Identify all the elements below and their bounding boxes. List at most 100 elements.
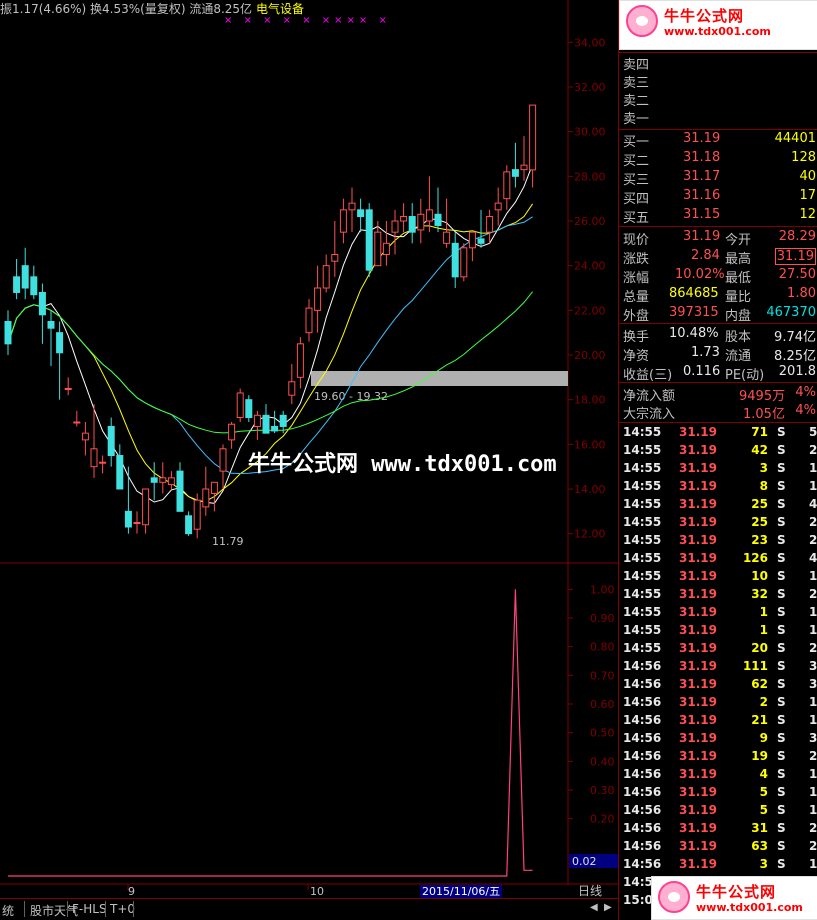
tick-row: 14:55 31.19 71 S 5 (619, 424, 817, 442)
candle-body (228, 423, 236, 441)
tick-time: 14:55 (623, 623, 662, 637)
in-label: 内盘 (725, 309, 752, 324)
mascot-icon (626, 5, 658, 37)
tick-row: 14:55 31.19 42 S 2 (619, 442, 817, 460)
block-value: 1.05亿 (743, 407, 785, 422)
inflow-value: 9495万 (739, 389, 786, 404)
tick-volume: 32 (751, 587, 768, 601)
candle-body (374, 231, 382, 267)
tick-count: 1 (809, 479, 817, 493)
tick-volume: 111 (742, 659, 768, 673)
tick-side: S (777, 803, 786, 817)
period-label[interactable]: 日线 (578, 884, 602, 898)
logo-title: 牛牛公式网 (696, 883, 777, 901)
tick-price: 31.19 (679, 605, 717, 619)
tick-row: 14:55 31.19 3 S 1 (619, 460, 817, 478)
tick-count: 2 (809, 515, 817, 529)
indicator-axis-ticks: 1.00 0.90 0.80 0.70 0.60 0.50 0.40 0.30 0.20 (568, 583, 615, 826)
tick-volume: 62 (751, 677, 768, 691)
tab-market-weather[interactable]: 股市天气 (30, 902, 78, 919)
tick-count: 1 (809, 767, 817, 781)
tick-side: S (777, 479, 786, 493)
price-tick-label: 14.00 (574, 483, 606, 496)
tick-time: 15:0 (623, 893, 653, 907)
tick-count: 1 (809, 713, 817, 727)
tick-price: 31.19 (679, 767, 717, 781)
candle-body (124, 510, 132, 528)
candle-body (468, 231, 476, 249)
divider (619, 226, 817, 227)
tick-volume: 1 (759, 605, 768, 619)
tick-price: 31.19 (679, 713, 717, 727)
candle-body (296, 343, 304, 378)
tick-volume: 1 (759, 623, 768, 637)
cursor-date: 2015/11/06/五 (422, 885, 500, 898)
tick-count: 1 (809, 569, 817, 583)
candle-body (81, 432, 89, 441)
price-tick-label: 30.00 (574, 126, 606, 139)
indicator-tick-label: 0.60 (590, 698, 615, 711)
candle-body (30, 276, 38, 296)
float-value: 8.25亿 (774, 349, 816, 364)
candle-body (253, 414, 261, 427)
tick-time: 14:55 (623, 461, 662, 475)
tick-time: 14:55 (623, 569, 662, 583)
tick-volume: 126 (742, 551, 768, 565)
candle-body (391, 220, 399, 233)
low-price-label: 11.79 (212, 535, 244, 548)
candle-body (520, 164, 528, 171)
block-label: 大宗流入 (623, 407, 676, 422)
ratio-value: 1.80 (787, 286, 816, 301)
candle-body (116, 455, 124, 490)
price-tick-label: 34.00 (574, 36, 606, 49)
pe-value: 201.8 (778, 364, 816, 379)
ask-label: 卖一 (623, 112, 650, 127)
candle-body (486, 216, 494, 233)
tick-time: 14:55 (623, 497, 662, 511)
tick-volume: 21 (751, 713, 768, 727)
site-logo-top: 牛牛公式网 www.tdx001.com (619, 0, 817, 50)
indicator-tick-label: 0.90 (590, 612, 615, 625)
tab-f-hls[interactable]: F-HLS (72, 902, 107, 916)
tick-side: S (777, 569, 786, 583)
tab-t0[interactable]: T+0 (110, 902, 135, 916)
current-price: 31.19 (683, 229, 721, 244)
price-tick-label: 32.00 (574, 81, 606, 94)
price-tick-label: 12.00 (574, 528, 606, 541)
candle-body (460, 247, 468, 278)
scroll-right-icon[interactable]: ▶ (604, 902, 612, 913)
tick-count: 4 (809, 497, 817, 511)
range-highlight-box (311, 371, 568, 386)
tick-count: 4 (809, 551, 817, 565)
divider (619, 129, 817, 130)
tick-side: S (777, 839, 786, 853)
tick-time: 14:55 (623, 551, 662, 565)
tick-side: S (777, 659, 786, 673)
tick-price: 31.19 (679, 425, 717, 439)
tick-time: 14:56 (623, 821, 662, 835)
tick-count: 1 (809, 803, 817, 817)
tick-row: 14:56 31.19 31 S 2 (619, 820, 817, 838)
tick-price: 31.19 (679, 749, 717, 763)
candle-body (167, 477, 175, 486)
tick-time: 14:56 (623, 731, 662, 745)
candle-body (133, 522, 141, 524)
quote-row-netasset: 净资 1.73 流通 8.25亿 (619, 345, 817, 364)
ma40-line (7, 291, 533, 434)
price-tick-label: 18.00 (574, 394, 606, 407)
tick-volume: 8 (759, 479, 768, 493)
candle-body (202, 488, 210, 508)
tick-price: 31.19 (679, 623, 717, 637)
vol-label: 总量 (623, 290, 650, 305)
divider (619, 52, 817, 53)
tick-price: 31.19 (679, 569, 717, 583)
logo-title: 牛牛公式网 (664, 7, 745, 25)
high-value: 31.19 (774, 248, 816, 265)
candle-body (529, 104, 537, 171)
tab-system[interactable]: 统 (2, 902, 14, 919)
tick-row: 14:55 31.19 25 S 2 (619, 514, 817, 532)
scroll-left-icon[interactable]: ◀ (590, 902, 598, 913)
tick-price: 31.19 (679, 461, 717, 475)
quote-row-change: 涨跌 2.84 最高 31.19 (619, 248, 817, 267)
candle-body (365, 209, 373, 271)
